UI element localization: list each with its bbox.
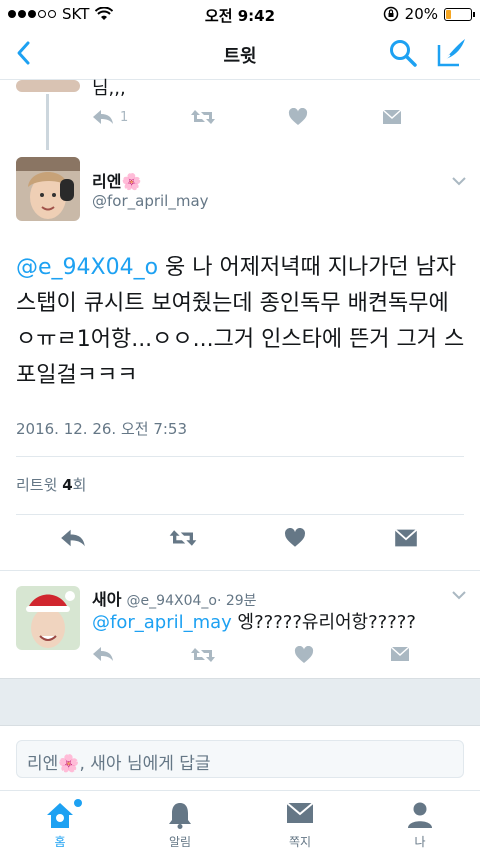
chevron-down-icon[interactable] — [451, 590, 467, 600]
retweet-count-row[interactable]: 리트윗 4회 — [16, 474, 86, 495]
main-tweet-text: @e_94X04_o 웅 나 어제저녁때 지나가던 남자스탭이 큐시트 보여줬는… — [16, 250, 466, 394]
battery-percent: 20% — [404, 5, 438, 23]
envelope-icon[interactable] — [390, 646, 410, 662]
chevron-down-icon[interactable] — [451, 176, 467, 186]
reply-icon — [93, 110, 113, 124]
tab-messages-label: 쪽지 — [288, 835, 312, 849]
divider — [16, 514, 464, 515]
thread-line — [46, 94, 49, 150]
reply-input[interactable]: 리엔🌸, 새아 님에게 답글 — [16, 740, 464, 778]
reply-icon[interactable] — [92, 646, 114, 662]
tab-bar: 홈 알림 쪽지 나 — [0, 790, 480, 854]
tab-notifications[interactable]: 알림 — [120, 791, 240, 854]
envelope-icon[interactable] — [394, 528, 418, 548]
person-icon — [408, 802, 432, 828]
reply-tweet-display-name[interactable]: 새아 — [92, 590, 121, 609]
main-tweet-avatar[interactable] — [16, 157, 80, 221]
envelope-icon — [382, 109, 402, 124]
heart-icon[interactable] — [294, 646, 314, 664]
parent-reply-button[interactable]: 1 — [92, 109, 128, 125]
reply-tweet-header: 새아 @e_94X04_o· 29분 — [92, 586, 257, 610]
retweet-icon — [191, 110, 216, 124]
reply-icon[interactable] — [60, 528, 86, 548]
status-bar: SKT 오전 9:42 20% — [0, 0, 480, 28]
main-tweet-timestamp[interactable]: 2016. 12. 26. 오전 7:53 — [16, 418, 187, 439]
divider — [16, 456, 464, 457]
reply-tweet-mention[interactable]: @for_april_may — [92, 612, 232, 633]
reply-tweet-body: 엥?????유리어항????? — [231, 612, 416, 633]
reply-tweet-avatar[interactable] — [16, 586, 80, 650]
home-icon — [47, 803, 73, 828]
parent-retweet-button[interactable] — [190, 108, 216, 126]
parent-reply-count: 1 — [120, 109, 129, 125]
status-right: 20% — [383, 5, 475, 23]
parent-message-button[interactable] — [382, 109, 402, 125]
reply-tweet-text: @for_april_may 엥?????유리어항????? — [92, 608, 416, 634]
separator-band — [0, 678, 480, 726]
divider — [0, 570, 480, 571]
parent-tweet-actions: 1 — [92, 108, 412, 126]
heart-icon — [289, 108, 308, 125]
retweets-label: 리트윗 — [16, 476, 58, 494]
compose-icon[interactable] — [436, 36, 468, 68]
tab-me-label: 나 — [414, 835, 426, 849]
retweets-suffix: 회 — [72, 476, 87, 494]
retweet-icon[interactable] — [168, 528, 198, 548]
reply-tweet-time[interactable]: · 29분 — [217, 593, 257, 609]
reply-tweet-handle[interactable]: @e_94X04_o — [127, 593, 217, 609]
bell-icon — [169, 803, 191, 829]
heart-icon[interactable] — [284, 528, 306, 548]
tab-home-label: 홈 — [54, 835, 66, 849]
parent-like-button[interactable] — [288, 108, 308, 126]
tab-home[interactable]: 홈 — [0, 791, 120, 854]
battery-icon — [444, 7, 475, 21]
nav-bar: 트윗 — [0, 28, 480, 80]
tab-me[interactable]: 나 — [360, 791, 480, 854]
tab-messages[interactable]: 쪽지 — [240, 791, 360, 854]
retweet-icon[interactable] — [190, 646, 216, 664]
envelope-icon — [286, 802, 314, 823]
rotation-lock-icon — [383, 6, 398, 22]
main-tweet-handle[interactable]: @for_april_may — [92, 192, 209, 210]
retweets-count: 4 — [62, 476, 73, 494]
tab-notifications-label: 알림 — [168, 835, 192, 849]
main-tweet-display-name[interactable]: 리엔🌸 — [92, 168, 141, 192]
main-tweet-mention[interactable]: @e_94X04_o — [16, 255, 158, 280]
home-notification-dot — [74, 799, 82, 807]
parent-tweet-text: 님,,, — [92, 78, 126, 99]
search-icon[interactable] — [388, 38, 418, 68]
parent-tweet-avatar[interactable] — [16, 80, 80, 92]
